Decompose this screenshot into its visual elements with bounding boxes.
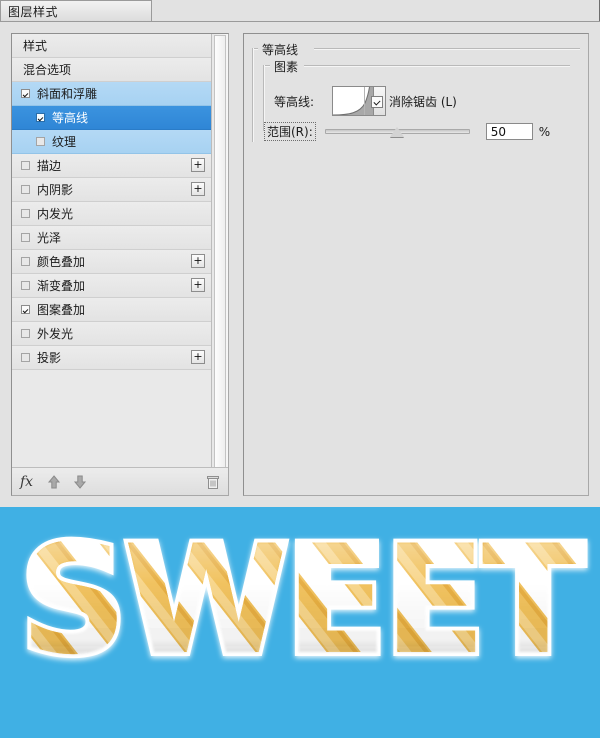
style-list-scrollbar[interactable] xyxy=(211,34,228,483)
range-label: 范围(R): xyxy=(264,122,316,141)
style-enable-checkbox[interactable] xyxy=(21,209,30,218)
contour-curve-preview[interactable] xyxy=(332,86,374,116)
trash-icon[interactable] xyxy=(206,474,220,490)
sweet-artwork: SWEET SWEET SWEET xyxy=(0,507,600,738)
style-enable-checkbox[interactable] xyxy=(36,113,45,122)
style-list-item-label: 图案叠加 xyxy=(37,303,86,317)
add-effect-button[interactable]: + xyxy=(191,278,205,292)
svg-text:SWEET: SWEET xyxy=(20,514,584,688)
range-value-input[interactable] xyxy=(485,123,533,140)
style-list-item[interactable]: 光泽 xyxy=(12,226,211,250)
style-list-item-label: 混合选项 xyxy=(23,63,72,77)
style-enable-checkbox[interactable] xyxy=(21,161,30,170)
contour-label: 等高线: xyxy=(274,94,315,109)
style-list-item[interactable]: 内阴影 + xyxy=(12,178,211,202)
style-list-item-label: 样式 xyxy=(23,39,48,53)
dialog-body: 样式 混合选项 斜面和浮雕 等高线 纹理 描边 + 内阴影 + 内发光 光泽 颜色叠加 + 渐变叠加 + 图案… xyxy=(0,21,600,507)
style-list-item[interactable]: 描边 + xyxy=(12,154,211,178)
style-list-item[interactable]: 纹理 xyxy=(12,130,211,154)
style-list-item[interactable]: 斜面和浮雕 xyxy=(12,82,211,106)
style-list-item-label: 外发光 xyxy=(37,327,74,341)
style-list-item[interactable]: 颜色叠加 + xyxy=(12,250,211,274)
range-slider[interactable] xyxy=(324,127,470,137)
style-list-item[interactable]: 渐变叠加 + xyxy=(12,274,211,298)
style-list-item-label: 内发光 xyxy=(37,207,74,221)
add-effect-button[interactable]: + xyxy=(191,350,205,364)
style-enable-checkbox[interactable] xyxy=(21,281,30,290)
group-title-contour: 等高线 xyxy=(258,41,303,58)
style-list-item-label: 等高线 xyxy=(52,111,89,125)
style-list-item[interactable]: 样式 xyxy=(12,34,211,58)
range-slider-thumb[interactable] xyxy=(390,127,405,137)
antialias-checkbox[interactable] xyxy=(371,95,383,108)
style-list-panel: 样式混合选项斜面和浮雕等高线纹理描边 + 内阴影 + 内发光光泽颜色叠加 + 渐变叠加 + 图案… xyxy=(11,33,229,496)
style-list-footer: fx xyxy=(12,467,228,495)
style-list-item-label: 描边 xyxy=(37,159,62,173)
style-list-item[interactable]: 外发光 xyxy=(12,322,211,346)
style-enable-checkbox[interactable] xyxy=(36,137,45,146)
style-list-item-label: 光泽 xyxy=(37,231,62,245)
style-list-item-label: 渐变叠加 xyxy=(37,279,86,293)
contour-settings-panel: 等高线 图素 等高线: 消除锯齿 (L) 范围(R): 50 % xyxy=(243,33,589,496)
group-title-elements: 图素 xyxy=(270,58,303,75)
style-list-item[interactable]: 混合选项 xyxy=(12,58,211,82)
fx-icon[interactable]: fx xyxy=(20,474,33,490)
style-list-item[interactable]: 投影 + xyxy=(12,346,211,370)
style-enable-checkbox[interactable] xyxy=(21,185,30,194)
range-row: 范围(R): % xyxy=(264,122,550,141)
scrollbar-thumb[interactable] xyxy=(214,35,226,483)
style-list[interactable]: 样式混合选项斜面和浮雕等高线纹理描边 + 内阴影 + 内发光光泽颜色叠加 + 渐变叠加 + 图案… xyxy=(12,34,211,467)
style-enable-checkbox[interactable] xyxy=(21,89,30,98)
style-enable-checkbox[interactable] xyxy=(21,353,30,362)
style-list-item[interactable]: 内发光 xyxy=(12,202,211,226)
style-enable-checkbox[interactable] xyxy=(21,305,30,314)
style-list-item[interactable]: 图案叠加 xyxy=(12,298,211,322)
group-rule-right xyxy=(314,48,580,50)
style-enable-checkbox[interactable] xyxy=(21,233,30,242)
antialias-label: 消除锯齿 (L) xyxy=(389,95,457,109)
antialias-row[interactable]: 消除锯齿 (L) xyxy=(371,93,457,110)
arrow-up-icon[interactable] xyxy=(47,474,61,490)
add-effect-button[interactable]: + xyxy=(191,158,205,172)
style-list-item-label: 投影 xyxy=(37,351,62,365)
style-list-item[interactable]: 等高线 xyxy=(12,106,211,130)
add-effect-button[interactable]: + xyxy=(191,254,205,268)
layer-style-dialog: 图层样式 样式 混合选项 斜面和浮雕 等高线 纹理 描边 + 内阴影 + 内发光 光泽 颜色叠加 + 渐变… xyxy=(0,0,600,507)
arrow-down-icon[interactable] xyxy=(73,474,87,490)
style-list-item-label: 内阴影 xyxy=(37,183,74,197)
dialog-titlebar[interactable]: 图层样式 xyxy=(0,0,152,21)
range-unit: % xyxy=(538,124,551,139)
sub-rule-right xyxy=(304,65,570,67)
contour-row: 等高线: xyxy=(274,86,386,116)
sweet-text-graphic: SWEET SWEET SWEET xyxy=(0,507,600,738)
style-list-item-label: 纹理 xyxy=(52,135,77,149)
style-enable-checkbox[interactable] xyxy=(21,257,30,266)
style-list-item-label: 颜色叠加 xyxy=(37,255,86,269)
dialog-title: 图层样式 xyxy=(8,4,59,19)
add-effect-button[interactable]: + xyxy=(191,182,205,196)
group-border-left xyxy=(252,48,254,142)
style-list-item-label: 斜面和浮雕 xyxy=(37,87,98,101)
style-enable-checkbox[interactable] xyxy=(21,329,30,338)
